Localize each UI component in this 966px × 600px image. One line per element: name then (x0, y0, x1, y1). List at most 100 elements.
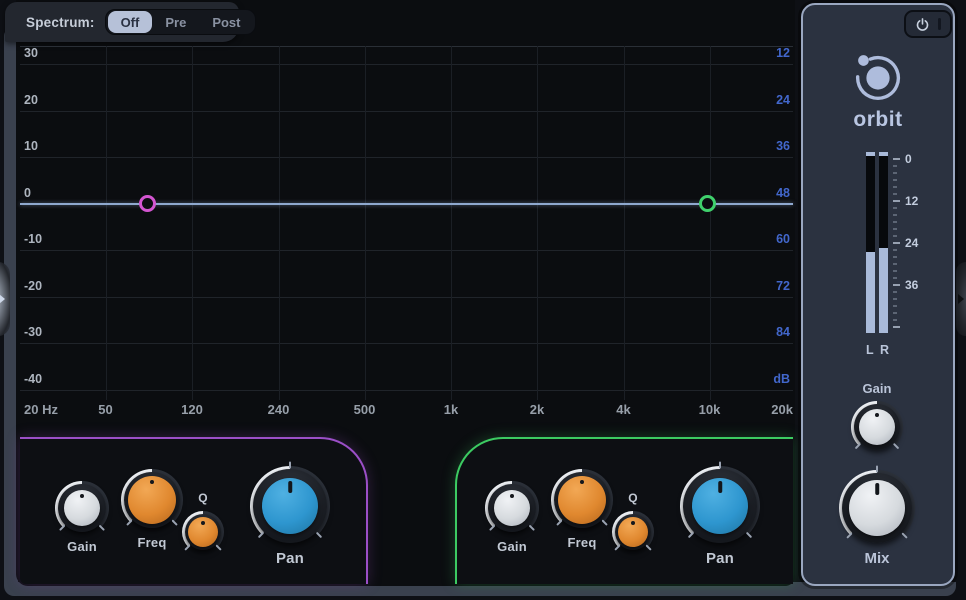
band-2-q-knob[interactable] (612, 511, 654, 553)
meter-fill-l (866, 252, 875, 333)
gridline-horizontal (20, 250, 793, 251)
spectrum-off-button[interactable]: Off (108, 11, 153, 33)
gridline-vertical (710, 46, 711, 400)
band-2-q-tick (645, 544, 651, 550)
meter-tick (893, 235, 897, 237)
sidebar-gain-knob[interactable] (851, 401, 903, 453)
sidebar-mix-knob[interactable] (839, 470, 915, 546)
spectrum-label: Spectrum: (26, 15, 95, 30)
band-2-freq-tick (601, 519, 607, 525)
meter-tick (893, 284, 900, 286)
meter-tick (893, 200, 900, 202)
sidebar-mix-tick (901, 532, 907, 538)
meter-tick (893, 179, 897, 181)
db-axis-label: -30 (24, 325, 42, 339)
band-1-pan-tick (289, 462, 291, 469)
meter-tick (893, 312, 897, 314)
band-2-freq-indicator (580, 480, 584, 484)
meter-channel-label: L (866, 343, 874, 357)
meter-scale-label: 12 (905, 194, 918, 208)
gridline-horizontal (20, 64, 793, 65)
band-2-pan-tick (746, 532, 752, 538)
db-axis-label: -20 (24, 279, 42, 293)
meter-tick (893, 193, 897, 195)
sidebar-gain-indicator (875, 413, 879, 417)
gridline-vertical (537, 46, 538, 400)
band-1-q-knob[interactable] (182, 511, 224, 553)
meter-bar-r (879, 152, 888, 333)
gridline-vertical (106, 46, 107, 400)
node-band-1[interactable] (139, 195, 156, 212)
meter-scale-label: 0 (905, 152, 912, 166)
sidebar-mix-tick (876, 466, 878, 473)
meter-tick (893, 221, 897, 223)
gridline-vertical (365, 46, 366, 400)
right-axis-label: 60 (776, 232, 790, 246)
gridline-vertical (451, 46, 452, 400)
freq-axis-label: 20k (771, 402, 793, 417)
band-1-gain-knob[interactable] (55, 481, 109, 535)
logo: orbit (803, 45, 953, 132)
gridline-vertical (192, 46, 193, 400)
meter-scale-label: 24 (905, 236, 918, 250)
sidebar-gain-tick (893, 443, 899, 449)
meter-tick (893, 298, 897, 300)
db-axis-label: -10 (24, 232, 42, 246)
band-1-freq-indicator (150, 480, 154, 484)
db-axis-label: -40 (24, 372, 42, 386)
meter-tick (893, 214, 897, 216)
band-2-gain-tick (529, 525, 535, 531)
band-2-pan-knob[interactable] (680, 466, 760, 546)
band-1-q-tick (215, 544, 221, 550)
gridline-horizontal (20, 297, 793, 298)
freq-axis-label: 2k (530, 402, 544, 417)
spectrum-pre-button[interactable]: Pre (152, 11, 199, 33)
db-axis-label: 20 (24, 93, 38, 107)
meter-tick (893, 305, 897, 307)
band-1-q-label: Q (153, 491, 253, 505)
band-1-gain-tick (99, 525, 105, 531)
sidebar-mix-label: Mix (827, 550, 927, 567)
left-drawer-handle[interactable] (0, 262, 10, 336)
eq-curve (20, 203, 793, 205)
freq-axis-label: 1k (444, 402, 458, 417)
meter-tick (893, 186, 897, 188)
spectrum-post-button[interactable]: Post (199, 11, 253, 33)
meter-tick (893, 277, 897, 279)
right-axis-label: 12 (776, 46, 790, 60)
plugin-window: Spectrum: Off Pre Post orbit (0, 0, 966, 600)
spectrum-toggle: Off Pre Post (105, 9, 257, 35)
meter-tick (893, 242, 900, 244)
orbit-logo-icon (846, 45, 910, 107)
band-1-pan-indicator (288, 481, 292, 493)
node-band-2[interactable] (699, 195, 716, 212)
meter-bar-l (866, 152, 875, 333)
gridline-horizontal (20, 157, 793, 158)
band-2-gain-knob[interactable] (485, 481, 539, 535)
band-1-pan-knob[interactable] (250, 466, 330, 546)
freq-axis-label: 240 (268, 402, 290, 417)
freq-axis-label: 50 (98, 402, 112, 417)
meter-tick (893, 326, 900, 328)
band-1-q-indicator (201, 521, 205, 525)
power-button[interactable] (904, 10, 952, 38)
right-axis-label: 48 (776, 186, 790, 200)
meter-tick (893, 207, 897, 209)
freq-axis-label: 500 (354, 402, 376, 417)
right-axis-label: dB (773, 372, 790, 386)
meter-tick (893, 291, 897, 293)
freq-axis-label: 10k (699, 402, 721, 417)
meter-tick (893, 319, 897, 321)
band-2-q-indicator (631, 521, 635, 525)
right-drawer-handle[interactable] (956, 262, 966, 336)
band-1-pan-label: Pan (240, 550, 340, 567)
left-drawer-arrow-icon (0, 294, 5, 304)
db-axis-label: 30 (24, 46, 38, 60)
gridline-vertical (624, 46, 625, 400)
gridline-vertical (279, 46, 280, 400)
band-2-pan-indicator (718, 481, 722, 493)
freq-axis-label: 4k (616, 402, 630, 417)
meter-peak-l (866, 152, 875, 156)
band-1-gain-indicator (80, 494, 84, 498)
freq-axis-label: 20 Hz (24, 402, 58, 417)
